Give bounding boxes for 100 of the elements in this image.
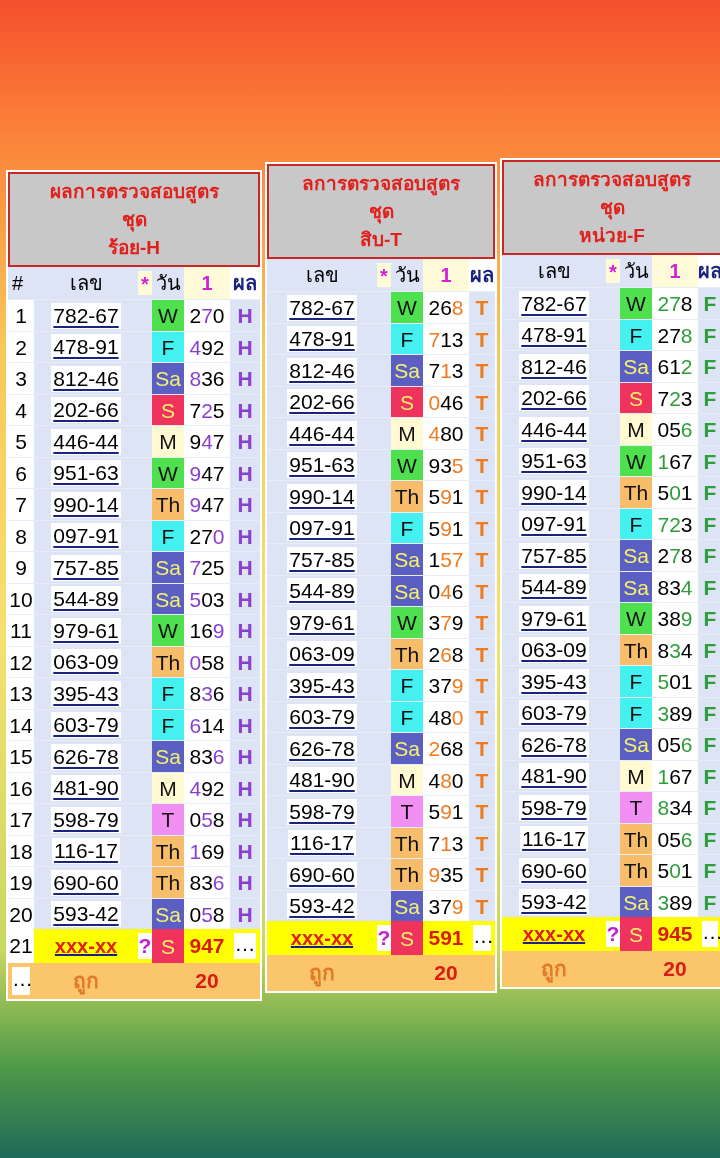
number-link[interactable]: 116-17 [52,838,120,865]
number-link[interactable]: 812-46 [519,353,589,380]
number-link[interactable]: 690-60 [287,861,357,888]
draw-cell: 268 [423,638,469,670]
result-cell-text: H [236,366,254,392]
number-link[interactable]: 478-91 [51,334,121,361]
day-cell: Th [620,634,652,666]
number-link[interactable]: 544-89 [51,586,121,613]
number-link[interactable]: 481-90 [287,767,357,794]
number-link[interactable]: 690-60 [51,869,121,896]
number-link[interactable]: 446-44 [51,428,121,455]
number-link[interactable]: 395-43 [287,672,357,699]
column-header: ผล [698,255,720,287]
result-cell-text: T [474,767,490,794]
number-link[interactable]: 097-91 [287,515,357,542]
number-link[interactable]: xxx-xx [34,931,138,961]
number-link[interactable]: 544-89 [287,578,357,605]
title-line: สิบ-T [360,227,402,252]
row-index: 1 [8,300,34,332]
row-index: 5 [8,426,34,458]
number-link[interactable]: 446-44 [287,420,357,447]
day-cell: W [152,457,184,489]
result-cell-text: T [474,515,490,542]
number-link[interactable]: 395-43 [519,668,589,695]
draw-cell: 278 [652,540,698,572]
number-link[interactable]: 598-79 [519,794,589,821]
result-cell-text: F [702,669,718,695]
number-link[interactable]: 979-61 [51,617,121,644]
day-cell: M [152,772,184,804]
draw-cell: 947 [184,457,230,489]
number-link[interactable]: 593-42 [51,901,121,928]
result-cell-text: F [702,322,718,349]
number-link[interactable]: 603-79 [287,704,357,731]
number-link[interactable]: 951-63 [519,448,589,475]
number-link[interactable]: 603-79 [51,712,121,739]
number-link[interactable]: 598-79 [51,806,121,833]
number-link[interactable]: 979-61 [519,605,589,632]
number-link[interactable]: 757-85 [519,542,589,569]
draw-cell: 379 [423,670,469,702]
number-link[interactable]: 812-46 [51,365,121,392]
day-cell: M [620,414,652,446]
draw-cell: 046 [423,575,469,607]
result-cell-text: H [236,397,254,424]
number-link[interactable]: 593-42 [287,893,357,920]
column-header: ผล [469,259,495,291]
number-link[interactable]: xxx-xx [267,923,377,953]
number-link[interactable]: 446-44 [519,416,589,443]
number-link[interactable]: 979-61 [287,609,357,636]
result-cell-text: H [236,870,254,896]
number-link[interactable]: 782-67 [51,302,121,329]
number-link[interactable]: 951-63 [287,452,357,479]
number-link[interactable]: 116-17 [520,826,588,853]
day-cell: T [152,804,184,836]
number-link[interactable]: 990-14 [51,491,121,518]
number-link[interactable]: 202-66 [287,389,357,416]
number-link[interactable]: 782-67 [519,290,589,317]
number-link[interactable]: 478-91 [287,326,357,353]
number-link[interactable]: 481-90 [51,775,121,802]
number-link[interactable]: 593-42 [519,889,589,916]
draw-cell: 836 [184,363,230,395]
result-cell-text: F [702,700,718,727]
number-link[interactable]: 626-78 [287,735,357,762]
number-link[interactable]: 481-90 [519,763,589,790]
row-index: 21 [8,929,34,963]
number-link[interactable]: 097-91 [519,511,589,538]
day-cell: W [152,615,184,647]
number-link[interactable]: 544-89 [519,574,589,601]
number-link[interactable]: 097-91 [51,523,121,550]
number-link[interactable]: 951-63 [51,460,121,487]
day-cell: T [391,796,423,828]
number-link[interactable]: 063-09 [287,641,357,668]
number-link[interactable]: 063-09 [51,649,121,676]
number-link[interactable]: 598-79 [287,798,357,825]
number-link[interactable]: 990-14 [287,483,357,510]
number-link[interactable]: 990-14 [519,479,589,506]
draw-cell: 278 [652,319,698,351]
number-link[interactable]: 626-78 [51,743,121,770]
day-cell: S [391,921,423,955]
number-link[interactable]: 603-79 [519,700,589,727]
result-cell-text: H [236,555,254,581]
number-link[interactable]: 782-67 [287,294,357,321]
result-cell-text: F [702,889,718,916]
draw-cell: 836 [184,741,230,773]
number-link[interactable]: 202-66 [519,385,589,412]
number-link[interactable]: 063-09 [519,637,589,664]
number-link[interactable]: 395-43 [51,680,121,707]
number-link[interactable]: 812-46 [287,357,357,384]
number-link[interactable]: 478-91 [519,322,589,349]
result-cell-text: F [702,574,718,601]
number-link[interactable]: 757-85 [287,546,357,573]
number-link[interactable]: xxx-xx [502,919,606,949]
result-cell-text: T [474,673,490,699]
draw-cell: 278 [652,288,698,320]
column-header: # [11,271,25,296]
number-link[interactable]: 202-66 [51,397,121,424]
number-link[interactable]: 626-78 [519,731,589,758]
number-link[interactable]: 757-85 [51,554,121,581]
result-cell-text: H [236,523,254,550]
number-link[interactable]: 690-60 [519,857,589,884]
number-link[interactable]: 116-17 [288,830,356,857]
